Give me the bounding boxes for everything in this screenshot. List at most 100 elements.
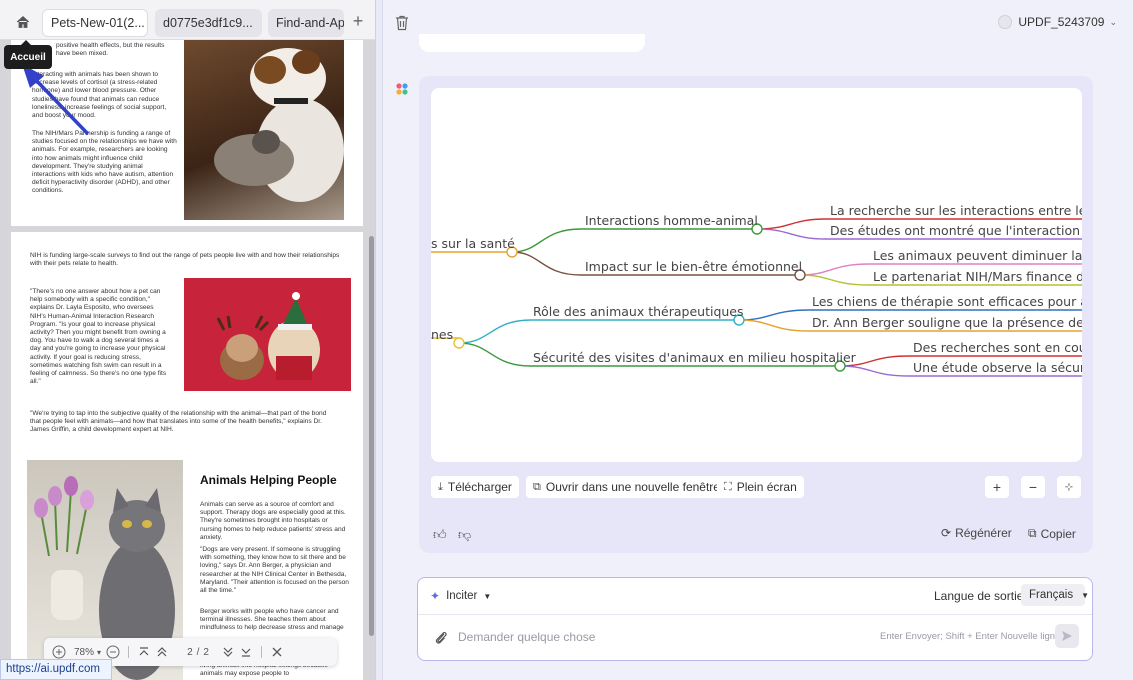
page1-para1: positive health effects, but the results…	[56, 42, 165, 58]
home-button[interactable]	[12, 11, 34, 33]
toolbar-divider	[128, 646, 130, 658]
fullscreen-button[interactable]: ⛶ Plein écran	[717, 476, 804, 498]
output-language-label: Langue de sortie	[934, 589, 1024, 603]
home-icon	[16, 15, 30, 28]
mindmap-label: s sur la santé	[431, 236, 515, 251]
close-toolbar-button[interactable]	[268, 641, 286, 663]
next-page-button[interactable]	[219, 641, 237, 663]
tab-d0775[interactable]: d0775e3df1c9... ✕	[155, 9, 262, 37]
mindmap-label: Une étude observe la sécuri	[913, 360, 1082, 375]
toolbar-divider	[261, 646, 263, 658]
copy-label: Copier	[1040, 526, 1076, 541]
prev-page-button[interactable]	[153, 641, 171, 663]
plus-circle-icon	[52, 645, 66, 659]
page2-body2: "Dogs are very present. If someone is st…	[200, 546, 349, 595]
refresh-icon: ⟳	[941, 526, 952, 540]
mindmap-label: Des études ont montré que l'interaction …	[830, 223, 1082, 238]
first-page-button[interactable]	[135, 641, 153, 663]
input-divider	[418, 614, 1092, 615]
caret-down-icon: ▼	[1081, 590, 1090, 600]
output-language-select[interactable]: Français ▼	[1021, 584, 1089, 606]
fullscreen-label: Plein écran	[736, 480, 797, 494]
page2-intro: NIH is funding large-scale surveys to fi…	[30, 252, 340, 268]
mindmap-label: Impact sur le bien-être émotionnel	[585, 259, 802, 274]
mindmap-label: La recherche sur les interactions entre …	[830, 203, 1082, 218]
trash-icon	[396, 15, 408, 31]
mindmap-label: nes	[431, 327, 453, 342]
last-page-icon	[241, 648, 251, 657]
keyboard-hint: Enter Envoyer; Shift + Enter Nouvelle li…	[880, 631, 1061, 642]
zoom-in-mindmap-button[interactable]: +	[985, 476, 1009, 498]
download-button[interactable]: ⤓ Télécharger	[431, 476, 519, 498]
sparkle-icon: ✦	[430, 589, 441, 603]
add-tab-button[interactable]: +	[349, 12, 367, 30]
mindmap-label: Des recherches sont en cour	[913, 340, 1082, 355]
tab-label: d0775e3df1c9...	[163, 16, 253, 30]
external-link-icon: ⧉	[533, 480, 541, 493]
user-menu[interactable]: UPDF_5243709 ⌄	[998, 15, 1117, 29]
tab-bar: Pets-New-01(2... ✕ d0775e3df1c9... ✕ Fin…	[0, 0, 375, 40]
close-icon[interactable]: ✕	[261, 16, 262, 30]
page2-body1: Animals can serve as a source of comfort…	[200, 501, 346, 541]
thumbs-up-icon[interactable]: 👍︎	[433, 527, 447, 543]
open-new-label: Ouvrir dans une nouvelle fenêtre	[545, 480, 720, 494]
page2-quote1: "There's no one answer about how a pet c…	[30, 288, 167, 386]
page-total: 2	[203, 646, 209, 658]
dogs-costume-photo	[184, 278, 351, 391]
pdf-page-2: NIH is funding large-scale surveys to fi…	[11, 232, 363, 680]
regenerate-label: Régénérer	[955, 526, 1012, 540]
caret-down-icon: ▼	[483, 591, 492, 601]
minus-icon: −	[1028, 479, 1038, 495]
pdf-page-1: positive health effects, but the results…	[11, 40, 363, 226]
regenerate-button[interactable]: ⟳ Régénérer	[941, 526, 1012, 540]
status-url: https://ai.updf.com	[0, 659, 112, 680]
ai-assistant-icon	[395, 82, 409, 96]
zoom-out-mindmap-button[interactable]: −	[1021, 476, 1045, 498]
ai-chat-pane: UPDF_5243709 ⌄ s sur la santé Interactio…	[382, 0, 1133, 680]
mindmap-view[interactable]: s sur la santé Interactions homme-animal…	[431, 88, 1082, 462]
delete-chat-button[interactable]	[395, 15, 409, 31]
mindmap-label: Les animaux peuvent diminuer la so	[873, 248, 1082, 263]
page-separator: /	[196, 646, 200, 658]
double-chevron-down-icon	[223, 647, 233, 657]
mindmap-label: Interactions homme-animal	[585, 213, 758, 228]
prompt-mode-label: Inciter	[446, 590, 478, 602]
document-pane: Pets-New-01(2... ✕ d0775e3df1c9... ✕ Fin…	[0, 0, 376, 680]
double-chevron-up-icon	[157, 647, 167, 657]
send-icon	[1062, 631, 1072, 641]
mindmap-node[interactable]	[453, 337, 465, 349]
page2-heading: Animals Helping People	[200, 473, 337, 487]
close-icon	[272, 647, 282, 657]
minus-circle-icon	[106, 645, 120, 659]
download-label: Télécharger	[447, 480, 512, 494]
tab-pets-new[interactable]: Pets-New-01(2... ✕	[42, 9, 148, 37]
mindmap-canvas: s sur la santé Interactions homme-animal…	[431, 203, 1082, 377]
previous-message-bubble	[419, 34, 645, 52]
send-button[interactable]	[1055, 624, 1079, 648]
plus-icon: +	[992, 479, 1002, 495]
prompt-mode-dropdown[interactable]: ✦ Inciter ▼	[430, 589, 491, 603]
copy-button[interactable]: ⧉ Copier	[1028, 526, 1076, 541]
last-page-button[interactable]	[237, 641, 255, 663]
tab-label: Find-and-Appl...	[276, 16, 344, 30]
mindmap-label: Sécurité des visites d'animaux en milieu…	[533, 350, 857, 365]
mindmap-label: Le partenariat NIH/Mars finance de	[873, 269, 1082, 284]
download-icon: ⤓	[438, 480, 443, 493]
open-new-window-button[interactable]: ⧉ Ouvrir dans une nouvelle fenêtre	[526, 476, 727, 498]
page2-body3: Berger works with people who have cancer…	[200, 608, 344, 632]
mindmap-label: Rôle des animaux thérapeutiques	[533, 304, 744, 319]
home-tooltip: Accueil	[4, 40, 52, 69]
ask-input[interactable]	[458, 624, 858, 650]
ai-answer-card: s sur la santé Interactions homme-animal…	[419, 76, 1093, 553]
page-indicator[interactable]: 2 / 2	[177, 641, 219, 663]
mindmap-label: Les chiens de thérapie sont efficaces po…	[812, 294, 1082, 309]
page1-para3: The NIH/Mars Partnership is funding a ra…	[32, 130, 177, 195]
thumbs-down-icon[interactable]: 👎︎	[458, 527, 471, 543]
paperclip-icon	[435, 631, 447, 644]
attach-button[interactable]	[434, 630, 448, 646]
fit-view-button[interactable]: ⊹	[1057, 476, 1081, 498]
first-page-icon	[139, 647, 149, 656]
tab-find-and-apply[interactable]: Find-and-Appl...	[268, 9, 344, 37]
chat-input-box: ✦ Inciter ▼ Langue de sortie Français ▼ …	[417, 577, 1093, 661]
document-scrollbar[interactable]	[369, 236, 374, 636]
